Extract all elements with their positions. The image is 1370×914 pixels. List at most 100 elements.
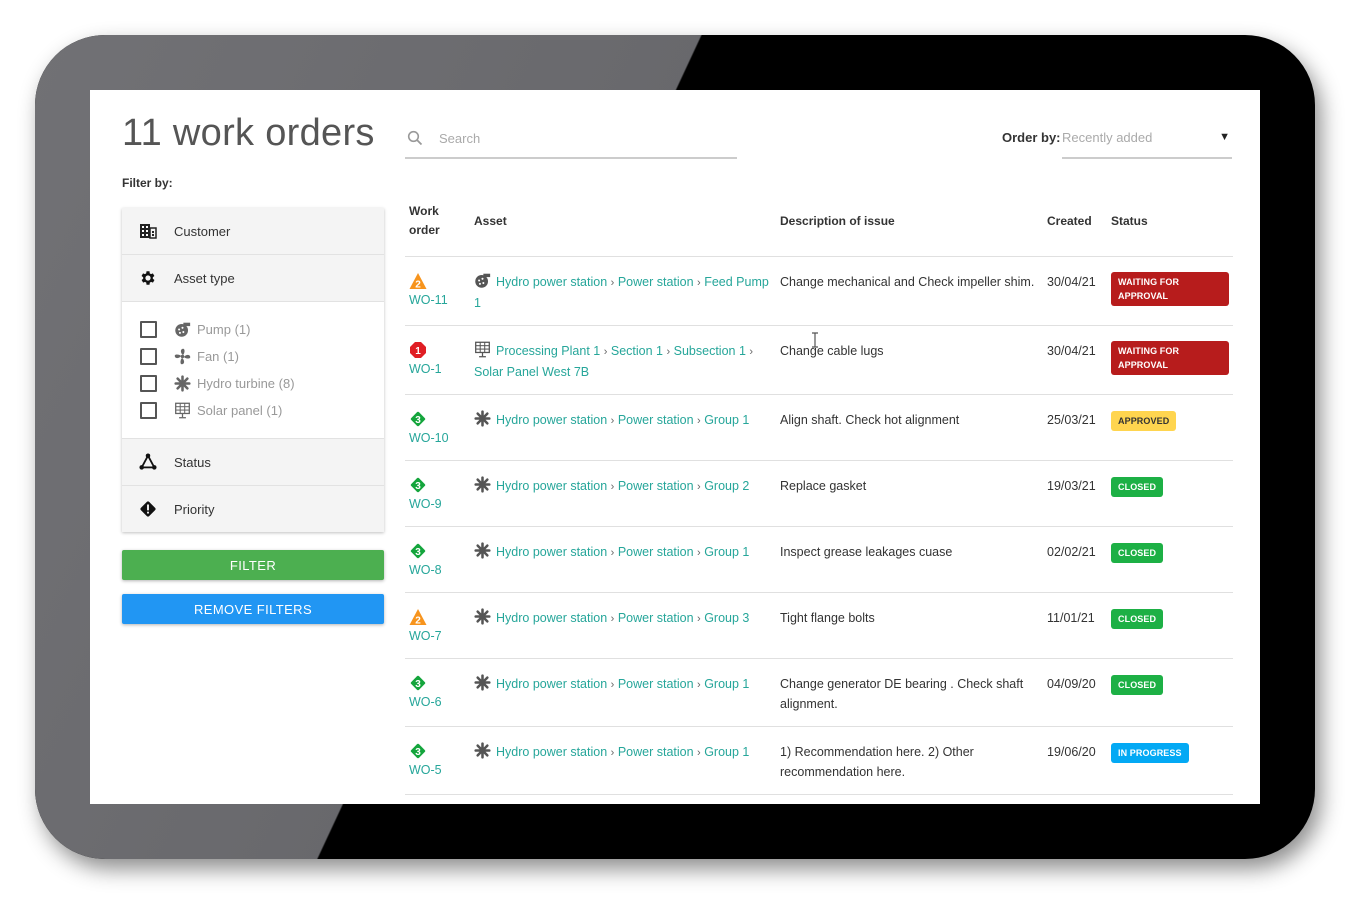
solar-panel-icon bbox=[474, 341, 491, 358]
asset-breadcrumb-link[interactable]: Hydro power station bbox=[496, 479, 607, 493]
work-order-cell: 3 WO-10 bbox=[405, 394, 470, 461]
asset-breadcrumb-link[interactable]: Power station bbox=[618, 611, 694, 625]
filter-section-label: Asset type bbox=[174, 270, 235, 286]
solar-panel-checkbox[interactable] bbox=[140, 402, 157, 419]
status-cell: CLOSED bbox=[1107, 526, 1233, 593]
asset-type-option-pump[interactable]: Pump (1) bbox=[122, 316, 384, 343]
header-work-order[interactable]: Work order bbox=[405, 202, 470, 257]
priority-2-icon: 2 bbox=[409, 608, 427, 627]
filter-section-label: Status bbox=[174, 454, 211, 470]
search-field[interactable] bbox=[405, 122, 737, 159]
work-order-link[interactable]: WO-11 bbox=[409, 290, 466, 310]
svg-text:2: 2 bbox=[415, 616, 421, 627]
created-date-cell: 30/04/21 bbox=[1043, 256, 1107, 326]
table-row[interactable]: 3 WO-10 Hydro power station › Power statio… bbox=[405, 394, 1233, 461]
search-icon bbox=[407, 130, 423, 146]
work-order-link[interactable]: WO-6 bbox=[409, 692, 466, 712]
asset-breadcrumb-link[interactable]: Group 1 bbox=[704, 745, 749, 759]
asset-breadcrumb-link[interactable]: Hydro power station bbox=[496, 677, 607, 691]
pump-checkbox[interactable] bbox=[140, 321, 157, 338]
search-input[interactable] bbox=[437, 130, 721, 147]
hydro-turbine-icon bbox=[474, 742, 491, 759]
asset-type-option-fan[interactable]: Fan (1) bbox=[122, 343, 384, 370]
table-row[interactable]: 2 WO-11 Hydro power station › Power statio… bbox=[405, 256, 1233, 326]
asset-breadcrumb-link[interactable]: Power station bbox=[618, 479, 694, 493]
work-order-link[interactable]: WO-5 bbox=[409, 760, 466, 780]
work-order-link[interactable]: WO-10 bbox=[409, 428, 466, 448]
asset-breadcrumb-link[interactable]: Group 2 bbox=[704, 479, 749, 493]
work-order-link[interactable]: WO-7 bbox=[409, 626, 466, 646]
status-badge: CLOSED bbox=[1111, 543, 1164, 563]
table-row[interactable]: 3 WO-8 Hydro power station › Power station… bbox=[405, 526, 1233, 593]
priority-3-icon: 3 bbox=[409, 674, 427, 692]
status-cell: CLOSED bbox=[1107, 460, 1233, 527]
description-cell: 1) Recommendation here. 2) Other recomme… bbox=[776, 726, 1043, 795]
work-order-cell: 3 WO-9 bbox=[405, 460, 470, 527]
asset-type-option-hydro-turbine[interactable]: Hydro turbine (8) bbox=[122, 370, 384, 397]
filter-section-priority[interactable]: Priority bbox=[122, 486, 384, 532]
svg-text:3: 3 bbox=[415, 679, 421, 690]
asset-breadcrumb-link[interactable]: Group 1 bbox=[704, 545, 749, 559]
asset-breadcrumb-link[interactable]: Power station bbox=[618, 275, 694, 289]
header-created[interactable]: Created bbox=[1043, 202, 1107, 257]
filter-button[interactable]: FILTER bbox=[122, 550, 384, 580]
asset-breadcrumb-link[interactable]: Hydro power station bbox=[496, 545, 607, 559]
hydro-turbine-icon bbox=[173, 375, 191, 393]
fan-checkbox[interactable] bbox=[140, 348, 157, 365]
hydro-turbine-checkbox[interactable] bbox=[140, 375, 157, 392]
table-row[interactable]: 1 WO-1 Processing Plant 1 › Section 1 › Su… bbox=[405, 325, 1233, 395]
asset-type-option-solar-panel[interactable]: Solar panel (1) bbox=[122, 397, 384, 424]
header-asset[interactable]: Asset bbox=[470, 202, 776, 257]
table-row[interactable]: 3 WO-5 Hydro power station › Power station… bbox=[405, 726, 1233, 795]
work-order-link[interactable]: WO-8 bbox=[409, 560, 466, 580]
priority-3-icon: 3 bbox=[409, 742, 427, 760]
asset-breadcrumb-link[interactable]: Power station bbox=[618, 413, 694, 427]
description-cell: Tight flange bolts bbox=[776, 592, 1043, 659]
remove-filters-button[interactable]: REMOVE FILTERS bbox=[122, 594, 384, 624]
created-date-cell: 25/03/21 bbox=[1043, 394, 1107, 461]
asset-cell: Hydro power station › Power station › Gr… bbox=[470, 726, 776, 795]
priority-diamond-icon bbox=[138, 499, 158, 519]
header-status[interactable]: Status bbox=[1107, 202, 1233, 257]
asset-breadcrumb-link[interactable]: Group 3 bbox=[704, 611, 749, 625]
breadcrumb-separator: › bbox=[697, 747, 701, 759]
order-by-select[interactable]: Recently added ▼ bbox=[1062, 122, 1232, 159]
filter-section-status[interactable]: Status bbox=[122, 439, 384, 486]
asset-breadcrumb-link[interactable]: Group 1 bbox=[704, 413, 749, 427]
header-description[interactable]: Description of issue bbox=[776, 202, 1043, 257]
table-row[interactable]: 3 WO-6 Hydro power station › Power station… bbox=[405, 658, 1233, 727]
table-row[interactable]: 2 WO-7 Hydro power station › Power station… bbox=[405, 592, 1233, 659]
asset-breadcrumb-link[interactable]: Processing Plant 1 bbox=[496, 344, 600, 358]
asset-breadcrumb-link[interactable]: Section 1 bbox=[611, 344, 663, 358]
priority-3-icon: 3 bbox=[409, 476, 427, 494]
asset-cell: Hydro power station › Power station › Fe… bbox=[470, 256, 776, 326]
hydro-turbine-icon bbox=[474, 476, 491, 493]
filter-section-customer[interactable]: Customer bbox=[122, 208, 384, 255]
work-order-cell: 3 WO-8 bbox=[405, 526, 470, 593]
svg-text:3: 3 bbox=[415, 547, 421, 558]
asset-breadcrumb-link[interactable]: Power station bbox=[618, 677, 694, 691]
asset-breadcrumb-link[interactable]: Hydro power station bbox=[496, 745, 607, 759]
breadcrumb-separator: › bbox=[697, 415, 701, 427]
filter-section-asset-type[interactable]: Asset type bbox=[122, 255, 384, 302]
work-order-cell: 2 WO-11 bbox=[405, 256, 470, 326]
work-order-link[interactable]: WO-9 bbox=[409, 494, 466, 514]
filter-section-label: Customer bbox=[174, 223, 231, 239]
asset-breadcrumb-link[interactable]: Hydro power station bbox=[496, 275, 607, 289]
status-badge: CLOSED bbox=[1111, 477, 1164, 497]
asset-breadcrumb-link[interactable]: Subsection 1 bbox=[674, 344, 746, 358]
table-row[interactable]: 3 WO-9 Hydro power station › Power station… bbox=[405, 460, 1233, 527]
order-by-label: Order by: bbox=[1002, 130, 1061, 145]
svg-text:1: 1 bbox=[415, 346, 421, 357]
asset-breadcrumb-link[interactable]: Hydro power station bbox=[496, 611, 607, 625]
asset-breadcrumb-link[interactable]: Power station bbox=[618, 545, 694, 559]
work-order-link[interactable]: WO-1 bbox=[409, 359, 466, 379]
fan-icon bbox=[173, 348, 191, 366]
solar-panel-icon bbox=[173, 402, 191, 420]
workflow-icon bbox=[138, 452, 158, 472]
asset-breadcrumb-link[interactable]: Hydro power station bbox=[496, 413, 607, 427]
created-date-cell: 19/03/21 bbox=[1043, 460, 1107, 527]
asset-breadcrumb-link[interactable]: Group 1 bbox=[704, 677, 749, 691]
asset-breadcrumb-link[interactable]: Solar Panel West 7B bbox=[474, 365, 589, 379]
asset-breadcrumb-link[interactable]: Power station bbox=[618, 745, 694, 759]
